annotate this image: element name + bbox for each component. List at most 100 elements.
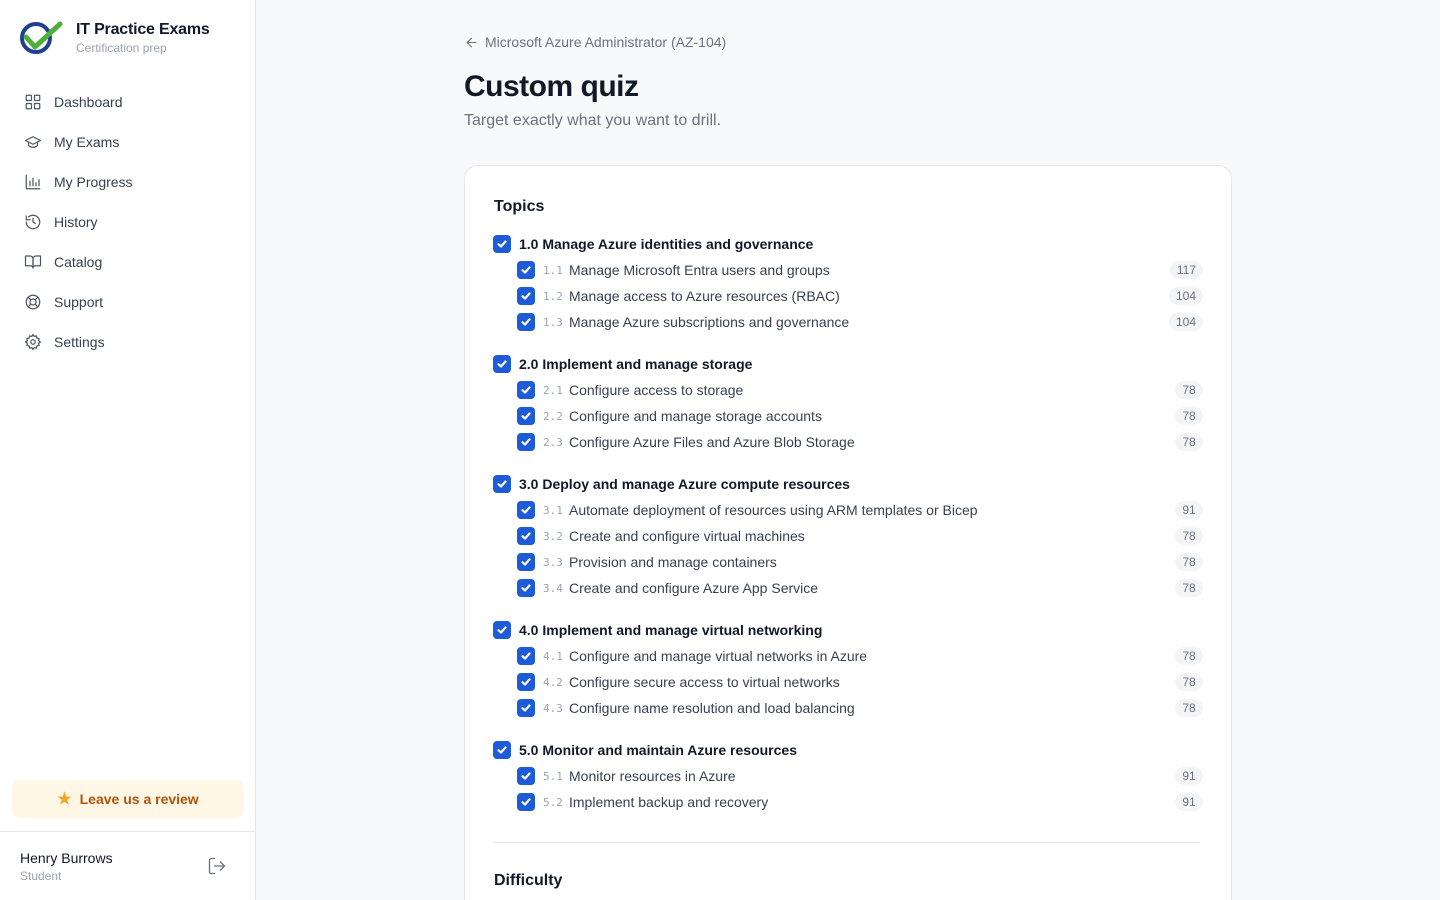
check-icon — [521, 652, 531, 660]
subtopic-code: 2.3 — [543, 435, 563, 449]
topic-group-label: 1.0 Manage Azure identities and governan… — [519, 236, 814, 252]
subtopic-checkbox[interactable] — [517, 767, 535, 785]
question-count-badge: 78 — [1175, 673, 1203, 691]
bar-chart-icon — [25, 174, 41, 190]
topic-group-header[interactable]: 4.0 Implement and manage virtual network… — [493, 617, 1205, 643]
subtopic-checkbox[interactable] — [517, 501, 535, 519]
sidebar-item-label: Dashboard — [54, 94, 123, 110]
subtopic-code: 1.1 — [543, 263, 563, 277]
brand[interactable]: IT Practice Exams Certification prep — [18, 20, 210, 56]
subtopic-row[interactable]: 3.4 Create and configure Azure App Servi… — [493, 575, 1205, 601]
subtopic-code: 3.3 — [543, 555, 563, 569]
subtopic-checkbox[interactable] — [517, 553, 535, 571]
leave-review-button[interactable]: ★ Leave us a review — [12, 780, 244, 818]
question-count-badge: 117 — [1169, 261, 1203, 279]
subtopic-checkbox[interactable] — [517, 699, 535, 717]
subtopic-row[interactable]: 5.2 Implement backup and recovery 91 — [493, 789, 1205, 815]
subtopic-row[interactable]: 3.3 Provision and manage containers 78 — [493, 549, 1205, 575]
sidebar-item-settings[interactable]: Settings — [12, 322, 244, 362]
subtopic-row[interactable]: 1.1 Manage Microsoft Entra users and gro… — [493, 257, 1205, 283]
check-icon — [497, 480, 507, 488]
subtopic-code: 2.1 — [543, 383, 563, 397]
question-count-badge: 78 — [1175, 527, 1203, 545]
difficulty-heading: Difficulty — [494, 872, 563, 889]
topic-group: 2.0 Implement and manage storage 2.1 Con… — [493, 351, 1205, 455]
subtopic-label: Configure and manage storage accounts — [569, 408, 822, 424]
sidebar-item-my-progress[interactable]: My Progress — [12, 162, 244, 202]
subtopic-checkbox[interactable] — [517, 647, 535, 665]
sidebar: IT Practice Exams Certification prep Das… — [0, 0, 256, 900]
subtopic-checkbox[interactable] — [517, 381, 535, 399]
subtopic-checkbox[interactable] — [517, 313, 535, 331]
subtopic-label: Configure name resolution and load balan… — [569, 700, 855, 716]
back-link[interactable]: Microsoft Azure Administrator (AZ-104) — [464, 34, 726, 50]
subtopic-row[interactable]: 4.1 Configure and manage virtual network… — [493, 643, 1205, 669]
book-open-icon — [24, 255, 42, 269]
topics-heading: Topics — [494, 198, 545, 215]
subtopic-checkbox[interactable] — [517, 793, 535, 811]
topic-group-header[interactable]: 5.0 Monitor and maintain Azure resources — [493, 737, 1205, 763]
group-checkbox[interactable] — [493, 621, 511, 639]
subtopic-label: Configure Azure Files and Azure Blob Sto… — [569, 434, 855, 450]
gear-icon — [24, 333, 42, 351]
subtopic-checkbox[interactable] — [517, 407, 535, 425]
subtopic-row[interactable]: 2.1 Configure access to storage 78 — [493, 377, 1205, 403]
subtopic-checkbox[interactable] — [517, 673, 535, 691]
subtopic-row[interactable]: 5.1 Monitor resources in Azure 91 — [493, 763, 1205, 789]
topic-group-header[interactable]: 3.0 Deploy and manage Azure compute reso… — [493, 471, 1205, 497]
subtopic-row[interactable]: 3.2 Create and configure virtual machine… — [493, 523, 1205, 549]
topic-group: 3.0 Deploy and manage Azure compute reso… — [493, 471, 1205, 601]
check-icon — [521, 412, 531, 420]
topic-group-label: 2.0 Implement and manage storage — [519, 356, 753, 372]
brand-title: IT Practice Exams — [76, 21, 210, 38]
subtopic-checkbox[interactable] — [517, 261, 535, 279]
group-checkbox[interactable] — [493, 235, 511, 253]
subtopic-code: 4.2 — [543, 675, 563, 689]
grid-icon — [25, 94, 41, 110]
topic-group: 5.0 Monitor and maintain Azure resources… — [493, 737, 1205, 815]
subtopic-label: Manage access to Azure resources (RBAC) — [569, 288, 840, 304]
check-icon — [497, 360, 507, 368]
subtopic-label: Configure and manage virtual networks in… — [569, 648, 868, 664]
brand-subtitle: Certification prep — [76, 41, 167, 55]
subtopic-row[interactable]: 3.1 Automate deployment of resources usi… — [493, 497, 1205, 523]
subtopic-row[interactable]: 4.3 Configure name resolution and load b… — [493, 695, 1205, 721]
subtopic-row[interactable]: 1.3 Manage Azure subscriptions and gover… — [493, 309, 1205, 335]
divider — [0, 831, 255, 832]
history-icon — [25, 214, 41, 230]
user-profile[interactable]: Henry Burrows Student — [20, 850, 113, 885]
subtopic-label: Implement backup and recovery — [569, 794, 769, 810]
subtopic-checkbox[interactable] — [517, 527, 535, 545]
subtopic-checkbox[interactable] — [517, 287, 535, 305]
sidebar-item-support[interactable]: Support — [12, 282, 244, 322]
question-count-badge: 78 — [1175, 579, 1203, 597]
subtopic-checkbox[interactable] — [517, 579, 535, 597]
subtopic-row[interactable]: 4.2 Configure secure access to virtual n… — [493, 669, 1205, 695]
group-checkbox[interactable] — [493, 741, 511, 759]
group-checkbox[interactable] — [493, 355, 511, 373]
subtopic-label: Create and configure virtual machines — [569, 528, 805, 544]
sidebar-item-catalog[interactable]: Catalog — [12, 242, 244, 282]
sidebar-item-my-exams[interactable]: My Exams — [12, 122, 244, 162]
topic-group-header[interactable]: 2.0 Implement and manage storage — [493, 351, 1205, 377]
topic-group-header[interactable]: 1.0 Manage Azure identities and governan… — [493, 231, 1205, 257]
check-icon — [521, 532, 531, 540]
subtopic-checkbox[interactable] — [517, 433, 535, 451]
question-count-badge: 78 — [1175, 407, 1203, 425]
check-icon — [497, 240, 507, 248]
subtopic-row[interactable]: 2.3 Configure Azure Files and Azure Blob… — [493, 429, 1205, 455]
subtopic-row[interactable]: 1.2 Manage access to Azure resources (RB… — [493, 283, 1205, 309]
topic-group-label: 4.0 Implement and manage virtual network… — [519, 622, 823, 638]
question-count-badge: 104 — [1168, 313, 1203, 331]
subtopic-row[interactable]: 2.2 Configure and manage storage account… — [493, 403, 1205, 429]
logout-button[interactable] — [207, 856, 227, 876]
sidebar-item-history[interactable]: History — [12, 202, 244, 242]
question-count-badge: 91 — [1175, 767, 1203, 785]
topic-group: 4.0 Implement and manage virtual network… — [493, 617, 1205, 721]
page-title: Custom quiz — [464, 70, 639, 103]
sidebar-item-dashboard[interactable]: Dashboard — [12, 82, 244, 122]
question-count-badge: 78 — [1175, 433, 1203, 451]
subtopic-code: 5.1 — [543, 769, 563, 783]
group-checkbox[interactable] — [493, 475, 511, 493]
topic-group: 1.0 Manage Azure identities and governan… — [493, 231, 1205, 335]
